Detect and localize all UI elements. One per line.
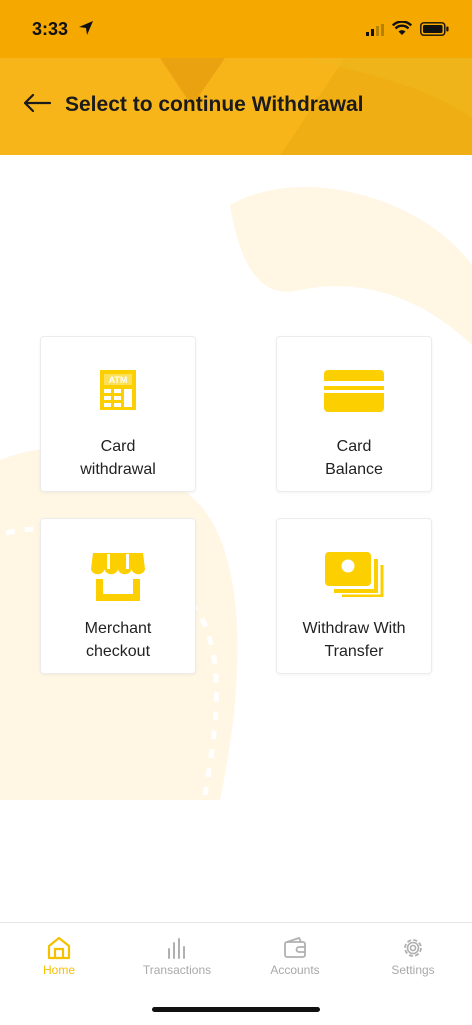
battery-icon xyxy=(420,22,449,36)
nav-transactions-label: Transactions xyxy=(142,963,212,977)
page-title: Select to continue Withdrawal xyxy=(65,93,364,116)
location-arrow-icon xyxy=(79,21,93,35)
home-icon xyxy=(47,936,71,960)
card-balance-option[interactable]: Card Balance xyxy=(276,336,432,492)
status-bar: 3:33 xyxy=(0,0,472,58)
cellular-signal-icon xyxy=(366,24,384,36)
nav-settings[interactable]: Settings xyxy=(358,935,468,977)
withdraw-with-transfer-label: Withdraw With Transfer xyxy=(302,620,406,660)
nav-transactions[interactable]: Transactions xyxy=(122,935,232,977)
merchant-checkout-label: Merchant checkout xyxy=(84,620,152,660)
card-withdrawal-label: Card withdrawal xyxy=(80,438,156,478)
cash-icon xyxy=(325,552,384,597)
nav-accounts-label: Accounts xyxy=(270,963,320,977)
atm-icon: ATM xyxy=(100,370,136,410)
wifi-icon xyxy=(392,21,412,35)
storefront-icon xyxy=(91,553,145,601)
bar-chart-icon xyxy=(168,938,185,959)
atm-icon-text: ATM xyxy=(109,375,128,385)
nav-accounts[interactable]: Accounts xyxy=(240,935,350,977)
card-balance-label: Card Balance xyxy=(325,438,383,478)
back-arrow-icon[interactable] xyxy=(22,92,52,114)
app-header: Select to continue Withdrawal xyxy=(0,58,472,155)
nav-settings-label: Settings xyxy=(391,963,435,977)
nav-home[interactable]: Home xyxy=(4,935,114,977)
credit-card-icon xyxy=(324,370,384,412)
gear-icon xyxy=(404,939,422,957)
home-indicator xyxy=(152,1007,320,1012)
nav-home-label: Home xyxy=(42,963,75,977)
wallet-icon xyxy=(284,936,306,958)
merchant-checkout-option[interactable]: Merchant checkout xyxy=(40,518,196,674)
status-time: 3:33 xyxy=(32,19,69,39)
withdraw-with-transfer-option[interactable]: Withdraw With Transfer xyxy=(276,518,432,674)
card-withdrawal-option[interactable]: ATM Card withdrawal xyxy=(40,336,196,492)
